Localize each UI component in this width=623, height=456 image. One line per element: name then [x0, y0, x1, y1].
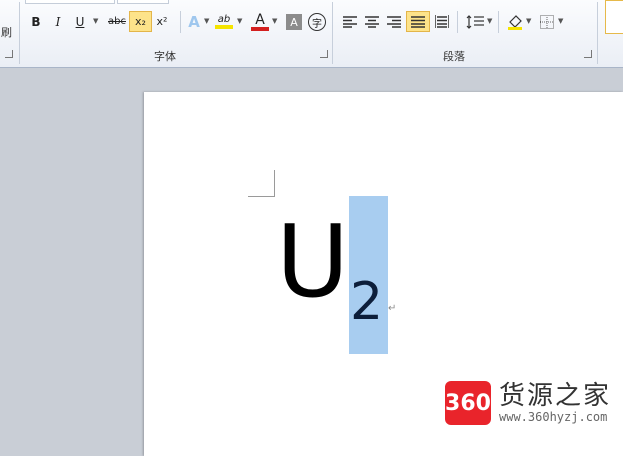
underline-button[interactable]: U [73, 11, 87, 32]
align-center-button[interactable] [364, 11, 380, 32]
highlight-color-bar [215, 25, 233, 29]
strikethrough-button[interactable]: abc [106, 11, 128, 32]
watermark-logo: 360 货源之家 www.360hyzj.com [445, 381, 611, 425]
shading-button[interactable] [506, 11, 524, 32]
line-spacing-button[interactable] [465, 11, 485, 32]
superscript-button[interactable]: x² [153, 11, 171, 32]
ribbon: 刷 B I U ▼ abc x₂ x² A ▼ ab ▼ A ▼ A 字 字体 … [0, 0, 623, 68]
font-color-bar [251, 26, 269, 31]
shading-dropdown-icon[interactable]: ▼ [526, 17, 531, 25]
distributed-icon [435, 15, 449, 28]
separator [332, 2, 333, 64]
paragraph-mark-icon: ↵ [388, 303, 397, 314]
font-group-label: 字体 [154, 50, 176, 63]
line-spacing-icon [466, 14, 484, 29]
styles-gallery-edge[interactable] [605, 0, 623, 34]
highlight-label: ab [217, 14, 231, 25]
underline-dropdown-icon[interactable]: ▼ [93, 17, 98, 25]
logo-name: 货源之家 [499, 381, 612, 411]
highlight-dropdown-icon[interactable]: ▼ [237, 17, 242, 25]
text-effects-button[interactable]: A [186, 11, 202, 32]
borders-button[interactable] [538, 11, 556, 32]
logo-text: 货源之家 www.360hyzj.com [499, 382, 611, 424]
format-painter-label-fragment[interactable]: 刷 [1, 24, 12, 40]
font-color-dropdown-icon[interactable]: ▼ [272, 17, 277, 25]
document-subscript-character[interactable]: 2 [350, 276, 383, 328]
logo-badge: 360 [445, 381, 491, 425]
font-color-button[interactable]: A [251, 11, 269, 32]
font-color-label: A [255, 11, 265, 28]
bold-button[interactable]: B [28, 11, 44, 32]
text-effects-dropdown-icon[interactable]: ▼ [204, 17, 209, 25]
justify-button[interactable] [406, 11, 430, 32]
separator [19, 2, 20, 64]
margin-corner-mark [248, 170, 275, 197]
align-left-button[interactable] [342, 11, 358, 32]
paragraph-dialog-launcher-icon[interactable] [584, 50, 592, 58]
align-right-icon [387, 15, 401, 28]
separator [457, 11, 458, 33]
logo-url: www.360hyzj.com [499, 410, 608, 424]
font-name-box-edge[interactable] [25, 0, 115, 4]
align-right-button[interactable] [386, 11, 402, 32]
separator [597, 2, 598, 64]
borders-icon [540, 14, 554, 29]
borders-dropdown-icon[interactable]: ▼ [558, 17, 563, 25]
subscript-button[interactable]: x₂ [129, 11, 152, 32]
distributed-button[interactable] [434, 11, 450, 32]
enclose-characters-button[interactable]: 字 [308, 13, 326, 31]
line-spacing-dropdown-icon[interactable]: ▼ [487, 17, 492, 25]
italic-button[interactable]: I [51, 11, 65, 32]
paint-bucket-icon [508, 14, 522, 30]
separator [180, 11, 181, 33]
font-dialog-launcher-icon[interactable] [320, 50, 328, 58]
align-left-icon [343, 15, 357, 28]
document-main-character[interactable]: U [276, 212, 349, 312]
align-center-icon [365, 15, 379, 28]
character-shading-button[interactable]: A [286, 14, 302, 30]
justify-icon [411, 15, 425, 28]
paragraph-group-label: 段落 [443, 50, 465, 63]
font-size-box-edge[interactable] [117, 0, 169, 4]
separator [498, 11, 499, 33]
clipboard-dialog-launcher-icon[interactable] [5, 50, 13, 58]
highlight-button[interactable]: ab [214, 11, 234, 32]
